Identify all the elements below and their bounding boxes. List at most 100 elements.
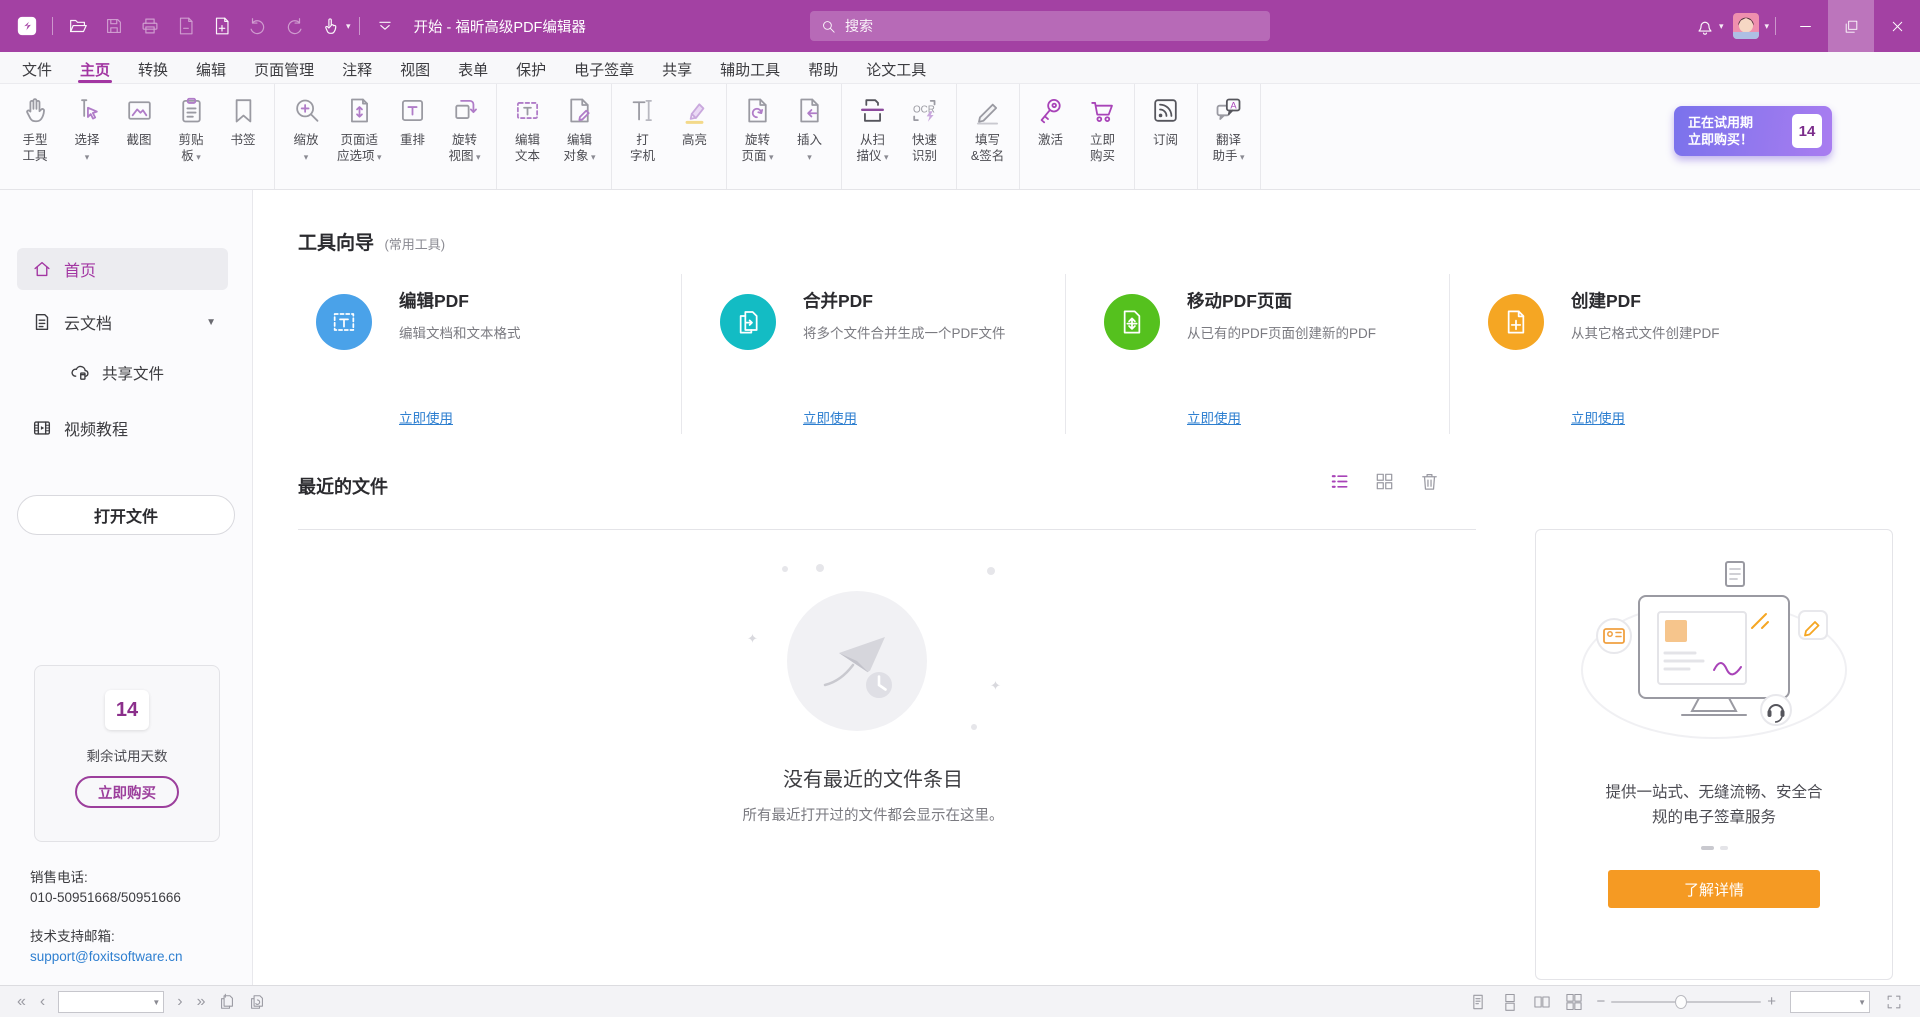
menu-tab-9[interactable]: 电子签章 bbox=[560, 52, 648, 83]
learn-more-button[interactable]: 了解详情 bbox=[1608, 870, 1820, 908]
list-view-icon[interactable] bbox=[1328, 470, 1351, 493]
dot-decoration bbox=[987, 567, 995, 575]
menu-tab-10[interactable]: 共享 bbox=[648, 52, 706, 83]
activate-tool[interactable]: 激活 bbox=[1025, 92, 1077, 150]
trash-icon[interactable] bbox=[1418, 470, 1441, 493]
bookmark-tool[interactable]: 书签 bbox=[217, 92, 269, 150]
snapshot-icon bbox=[123, 94, 156, 132]
search-input[interactable] bbox=[845, 18, 1260, 34]
snapshot-tool[interactable]: 截图 bbox=[113, 92, 165, 150]
typewriter-tool[interactable]: 打字机 bbox=[617, 92, 669, 166]
ribbon-group: 从扫描仪 ▾OCR快速识别 bbox=[842, 84, 957, 189]
sidebar-item-video[interactable]: 视频教程 bbox=[17, 407, 228, 449]
reflow-tool[interactable]: 重排 bbox=[387, 92, 439, 150]
fill-sign-tool[interactable]: 填写&签名 bbox=[962, 92, 1014, 166]
zoom-tool[interactable]: 缩放 ▾ bbox=[280, 92, 332, 167]
zoom-in-button[interactable]: + bbox=[1761, 993, 1782, 1010]
activate-icon bbox=[1034, 94, 1067, 132]
touch-mode-button[interactable] bbox=[313, 9, 347, 43]
zoom-slider-thumb[interactable] bbox=[1675, 995, 1687, 1009]
sidebar-item-share-file[interactable]: 共享文件 bbox=[17, 354, 228, 392]
tools-guide-subtitle: (常用工具) bbox=[384, 237, 445, 252]
zoom-slider[interactable] bbox=[1611, 1001, 1761, 1003]
use-now-link[interactable]: 立即使用 bbox=[1187, 407, 1241, 427]
sidebar-item-cloud-doc[interactable]: 云文档▼ bbox=[17, 301, 228, 343]
carousel-dot-active[interactable] bbox=[1701, 846, 1714, 850]
continuous-view-icon[interactable] bbox=[1500, 992, 1520, 1012]
clipboard-tool[interactable]: 剪贴板 ▾ bbox=[165, 92, 217, 167]
menu-tab-7[interactable]: 表单 bbox=[444, 52, 502, 83]
trial-badge-button[interactable]: 正在试用期 立即购买！ 14 bbox=[1674, 106, 1832, 156]
notifications-bell-icon[interactable] bbox=[1688, 9, 1722, 43]
translate-assistant-tool[interactable]: A翻译助手 ▾ bbox=[1203, 92, 1255, 167]
previous-page-button[interactable]: ‹ bbox=[33, 994, 52, 1010]
support-email-link[interactable]: support@foxitsoftware.cn bbox=[30, 949, 183, 964]
edit-object-tool[interactable]: 编辑对象 ▾ bbox=[554, 92, 606, 167]
snapshot-page-icon[interactable] bbox=[217, 992, 237, 1012]
fullscreen-expand-icon[interactable] bbox=[1884, 992, 1904, 1012]
window-title: 开始 - 福昕高级PDF编辑器 bbox=[414, 16, 586, 37]
menu-tab-12[interactable]: 帮助 bbox=[794, 52, 852, 83]
fit-page-options-tool[interactable]: 页面适应选项 ▾ bbox=[332, 92, 387, 167]
page-number-dropdown-arrow[interactable]: ▼ bbox=[152, 998, 160, 1007]
grid-view-icon[interactable] bbox=[1373, 470, 1396, 493]
menu-tab-3[interactable]: 编辑 bbox=[182, 52, 240, 83]
subscribe-tool[interactable]: 订阅 bbox=[1140, 92, 1192, 150]
rotate-pages-tool[interactable]: 旋转页面 ▾ bbox=[732, 92, 784, 167]
minimize-button[interactable] bbox=[1782, 0, 1828, 52]
dropdown-arrow: ▾ bbox=[375, 152, 382, 162]
tool-label: 视图 ▾ bbox=[449, 148, 481, 165]
menu-tab-0[interactable]: 文件 bbox=[8, 52, 66, 83]
open-folder-button[interactable] bbox=[61, 9, 95, 43]
menu-tab-4[interactable]: 页面管理 bbox=[240, 52, 328, 83]
facing-continuous-view-icon[interactable] bbox=[1564, 992, 1584, 1012]
clipboard-page-icon[interactable] bbox=[247, 992, 267, 1012]
account-dropdown-arrow[interactable]: ▾ bbox=[1764, 21, 1769, 32]
highlight-tool[interactable]: 高亮 bbox=[669, 92, 721, 150]
open-file-button[interactable]: 打开文件 bbox=[17, 495, 235, 535]
single-page-view-icon[interactable] bbox=[1468, 992, 1488, 1012]
tool-label: 填写 bbox=[975, 132, 1000, 148]
carousel-dot[interactable] bbox=[1720, 846, 1728, 850]
notifications-dropdown-arrow[interactable]: ▾ bbox=[1719, 21, 1724, 32]
sidebar-item-home[interactable]: 首页 bbox=[17, 248, 228, 290]
use-now-link[interactable]: 立即使用 bbox=[803, 407, 857, 427]
customize-toolbar-chevron-icon[interactable] bbox=[368, 9, 402, 43]
menu-tab-2[interactable]: 转换 bbox=[124, 52, 182, 83]
dot-decoration bbox=[816, 564, 824, 572]
menu-tab-1[interactable]: 主页 bbox=[66, 52, 124, 83]
next-page-button[interactable]: › bbox=[170, 994, 189, 1010]
facing-view-icon[interactable] bbox=[1532, 992, 1552, 1012]
page-number-input[interactable] bbox=[58, 991, 164, 1013]
user-avatar[interactable] bbox=[1733, 13, 1759, 39]
menu-tab-8[interactable]: 保护 bbox=[502, 52, 560, 83]
page-add-button[interactable] bbox=[205, 9, 239, 43]
menu-tab-13[interactable]: 论文工具 bbox=[852, 52, 940, 83]
select-tool[interactable]: 选择 ▾ bbox=[61, 92, 113, 167]
close-button[interactable] bbox=[1874, 0, 1920, 52]
hand-tool-tool[interactable]: 手型工具 bbox=[9, 92, 61, 166]
buy-now-tool[interactable]: 立即购买 bbox=[1077, 92, 1129, 166]
buy-now-button[interactable]: 立即购买 bbox=[75, 776, 179, 808]
edit-text-tool[interactable]: 编辑文本 bbox=[502, 92, 554, 166]
restore-button[interactable] bbox=[1828, 0, 1874, 52]
search-box[interactable] bbox=[810, 11, 1270, 41]
sidebar-item-label: 首页 bbox=[64, 257, 96, 281]
touch-mode-dropdown-arrow[interactable]: ▾ bbox=[346, 21, 351, 32]
menu-tab-5[interactable]: 注释 bbox=[328, 52, 386, 83]
ribbon-group: 缩放 ▾页面适应选项 ▾重排旋转视图 ▾ bbox=[275, 84, 497, 189]
use-now-link[interactable]: 立即使用 bbox=[1571, 407, 1625, 427]
zoom-percent-dropdown-arrow[interactable]: ▼ bbox=[1858, 998, 1866, 1007]
use-now-link[interactable]: 立即使用 bbox=[399, 407, 453, 427]
expand-arrow-icon[interactable]: ▼ bbox=[206, 317, 216, 328]
first-page-button[interactable]: « bbox=[10, 994, 33, 1010]
last-page-button[interactable]: » bbox=[190, 994, 213, 1010]
rotate-view-tool[interactable]: 旋转视图 ▾ bbox=[439, 92, 491, 167]
from-scanner-tool[interactable]: 从扫描仪 ▾ bbox=[847, 92, 899, 167]
menu-tab-11[interactable]: 辅助工具 bbox=[706, 52, 794, 83]
insert-tool[interactable]: 插入 ▾ bbox=[784, 92, 836, 167]
menu-tab-6[interactable]: 视图 bbox=[386, 52, 444, 83]
zoom-out-button[interactable]: − bbox=[1590, 993, 1611, 1010]
quick-ocr-tool[interactable]: OCR快速识别 bbox=[899, 92, 951, 166]
buy-now-icon bbox=[1086, 94, 1119, 132]
